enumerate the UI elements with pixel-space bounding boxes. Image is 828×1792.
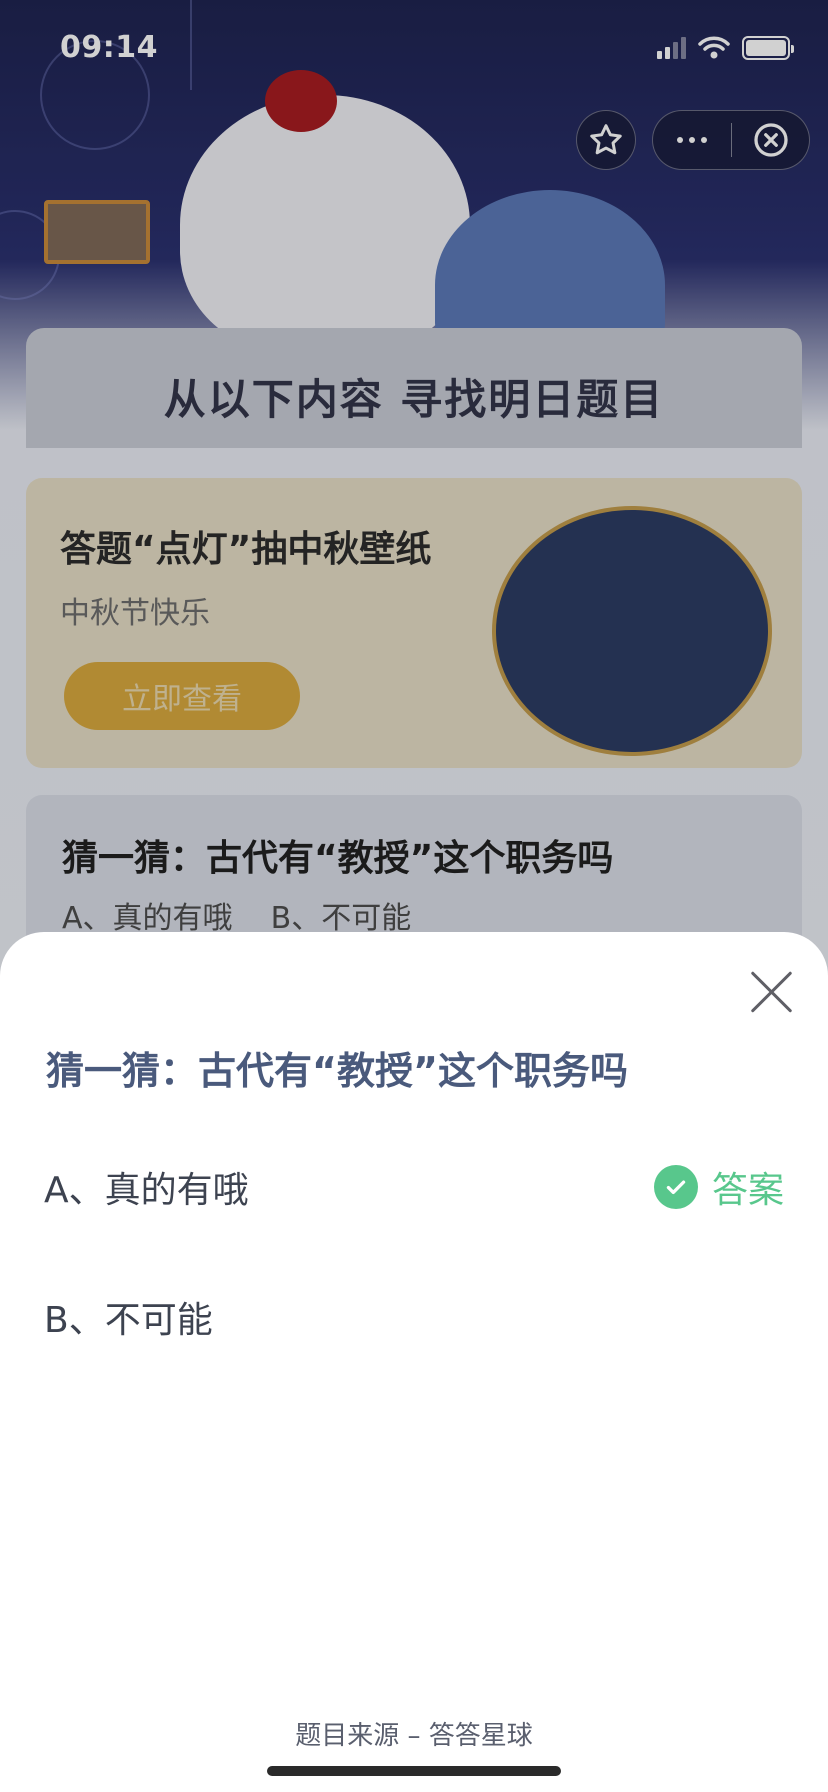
question-source: 题目来源 – 答答星球 (295, 1721, 533, 1751)
close-sheet-button[interactable] (750, 970, 794, 1014)
option-a[interactable]: A、真的有哦 答案 (0, 1132, 828, 1242)
option-b-label: B、不可能 (44, 1300, 213, 1341)
option-b[interactable]: B、不可能 (0, 1262, 828, 1372)
answer-label: 答案 (711, 1170, 784, 1211)
home-indicator[interactable] (267, 1766, 561, 1776)
sheet-question: 猜一猜：古代有“教授”这个职务吗 (46, 1049, 628, 1093)
answer-tag: 答案 (653, 1161, 784, 1213)
check-icon (653, 1165, 698, 1209)
option-a-label: A、真的有哦 (44, 1170, 249, 1211)
